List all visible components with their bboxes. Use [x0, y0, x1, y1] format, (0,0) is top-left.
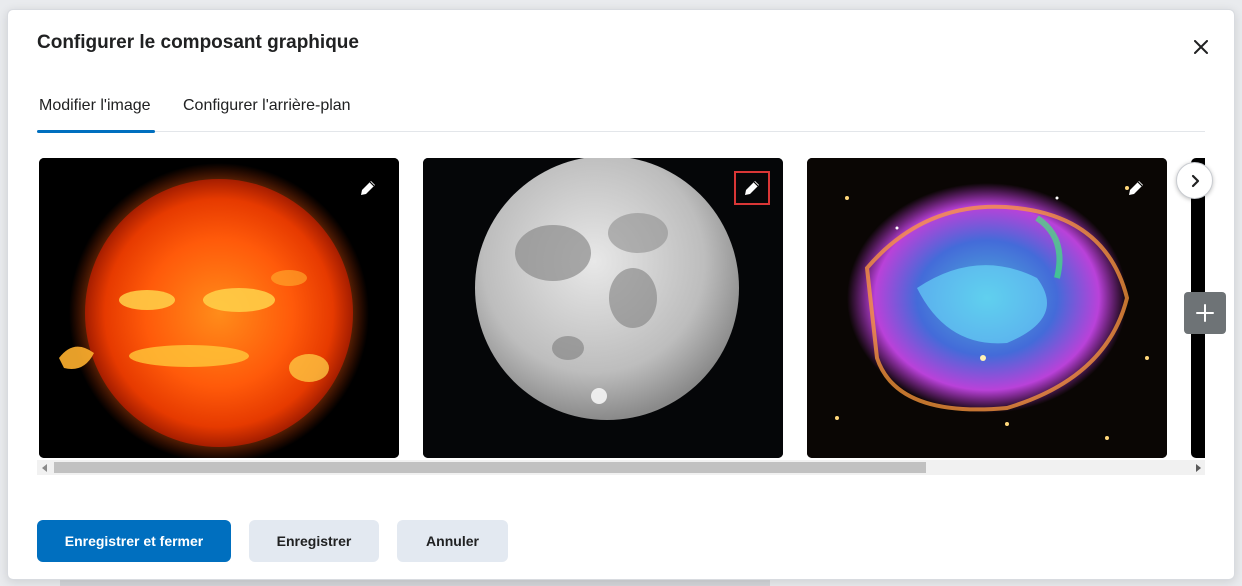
- tab-edit-image[interactable]: Modifier l'image: [37, 90, 155, 133]
- caret-right-icon: [1195, 463, 1201, 472]
- scroll-thumb[interactable]: [54, 462, 926, 473]
- close-icon: [1194, 40, 1208, 54]
- save-and-close-button[interactable]: Enregistrer et fermer: [37, 520, 231, 562]
- scroll-right-arrow[interactable]: [1190, 460, 1205, 475]
- tab-list: Modifier l'image Configurer l'arrière-pl…: [37, 90, 1205, 133]
- plus-icon: [1196, 304, 1214, 322]
- pencil-icon: [361, 181, 375, 195]
- carousel-next-button[interactable]: [1176, 162, 1213, 199]
- tab-configure-background[interactable]: Configurer l'arrière-plan: [183, 90, 363, 131]
- pencil-icon: [1129, 181, 1143, 195]
- cancel-button[interactable]: Annuler: [397, 520, 508, 562]
- add-image-button[interactable]: [1184, 292, 1226, 334]
- caret-left-icon: [41, 463, 47, 472]
- configure-graphic-dialog: Configurer le composant graphique Modifi…: [7, 9, 1235, 580]
- pencil-icon: [745, 181, 759, 195]
- nebula-image: [807, 158, 1167, 458]
- image-card-sun[interactable]: [39, 158, 399, 458]
- scroll-left-arrow[interactable]: [37, 460, 52, 475]
- save-button[interactable]: Enregistrer: [249, 520, 379, 562]
- edit-image-button[interactable]: [734, 171, 770, 205]
- edit-image-button[interactable]: [350, 171, 386, 205]
- moon-image: [423, 158, 783, 458]
- chevron-right-icon: [1191, 174, 1199, 187]
- dialog-title: Configurer le composant graphique: [37, 32, 359, 53]
- image-carousel: [37, 156, 1205, 478]
- image-card-moon[interactable]: [423, 158, 783, 458]
- horizontal-scrollbar[interactable]: [37, 460, 1205, 475]
- sun-image: [39, 158, 399, 458]
- edit-image-button[interactable]: [1118, 171, 1154, 205]
- close-button[interactable]: [1190, 36, 1212, 58]
- image-card-nebula[interactable]: [807, 158, 1167, 458]
